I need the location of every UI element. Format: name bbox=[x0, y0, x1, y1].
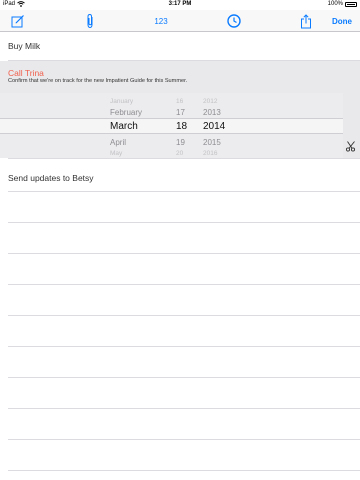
day-option[interactable]: 16 bbox=[176, 98, 196, 105]
day-option[interactable]: 17 bbox=[176, 108, 196, 117]
scissors-icon[interactable] bbox=[345, 140, 357, 152]
compose-button[interactable] bbox=[10, 13, 26, 29]
year-option[interactable]: 2015 bbox=[203, 138, 237, 147]
month-option[interactable]: January bbox=[110, 98, 170, 105]
task-item-buy-milk[interactable]: Buy Milk bbox=[8, 41, 40, 51]
year-option[interactable]: 2012 bbox=[203, 98, 237, 105]
selected-month[interactable]: March bbox=[110, 121, 170, 132]
battery-percent: 100% bbox=[327, 1, 343, 7]
status-time: 3:17 PM bbox=[168, 1, 192, 7]
line-divider bbox=[8, 470, 360, 471]
picker-selection-band bbox=[0, 118, 343, 134]
selected-day[interactable]: 18 bbox=[176, 121, 196, 132]
line-divider bbox=[8, 253, 360, 254]
line-divider bbox=[8, 408, 360, 409]
status-bar: iPad 3:17 PM 100% bbox=[0, 0, 360, 10]
line-divider bbox=[8, 158, 360, 159]
month-option[interactable]: May bbox=[110, 150, 170, 157]
line-divider bbox=[8, 346, 360, 347]
month-option[interactable]: April bbox=[110, 138, 170, 147]
line-divider bbox=[8, 284, 360, 285]
compose-icon bbox=[11, 15, 24, 28]
toolbar: 123 Done bbox=[0, 10, 360, 32]
paperclip-icon bbox=[87, 13, 93, 29]
month-option[interactable]: February bbox=[110, 108, 170, 117]
line-divider bbox=[8, 191, 360, 192]
date-picker[interactable]: January February March April May 16 17 1… bbox=[0, 93, 343, 158]
day-wheel[interactable]: 16 17 18 19 20 bbox=[176, 93, 196, 158]
day-option[interactable]: 19 bbox=[176, 138, 196, 147]
attach-button[interactable] bbox=[82, 13, 98, 29]
battery-icon bbox=[345, 1, 357, 7]
share-icon bbox=[301, 13, 311, 28]
line-divider bbox=[8, 222, 360, 223]
year-option[interactable]: 2016 bbox=[203, 150, 237, 157]
task-item-send-updates[interactable]: Send updates to Betsy bbox=[8, 173, 94, 183]
year-wheel[interactable]: 2012 2013 2014 2015 2016 bbox=[203, 93, 237, 158]
share-button[interactable] bbox=[298, 13, 314, 29]
number-keypad-button[interactable]: 123 bbox=[148, 13, 174, 29]
line-divider bbox=[8, 315, 360, 316]
done-button[interactable]: Done bbox=[328, 13, 356, 29]
clock-icon bbox=[227, 14, 241, 28]
line-divider bbox=[8, 439, 360, 440]
task-title[interactable]: Call Trina bbox=[8, 68, 44, 78]
task-note[interactable]: Confirm that we're on track for the new … bbox=[8, 78, 187, 84]
line-divider bbox=[8, 377, 360, 378]
reminder-button[interactable] bbox=[225, 13, 243, 29]
year-option[interactable]: 2013 bbox=[203, 108, 237, 117]
month-wheel[interactable]: January February March April May bbox=[110, 93, 170, 158]
day-option[interactable]: 20 bbox=[176, 150, 196, 157]
battery-indicator: 100% bbox=[328, 1, 357, 7]
selected-year[interactable]: 2014 bbox=[203, 121, 237, 132]
